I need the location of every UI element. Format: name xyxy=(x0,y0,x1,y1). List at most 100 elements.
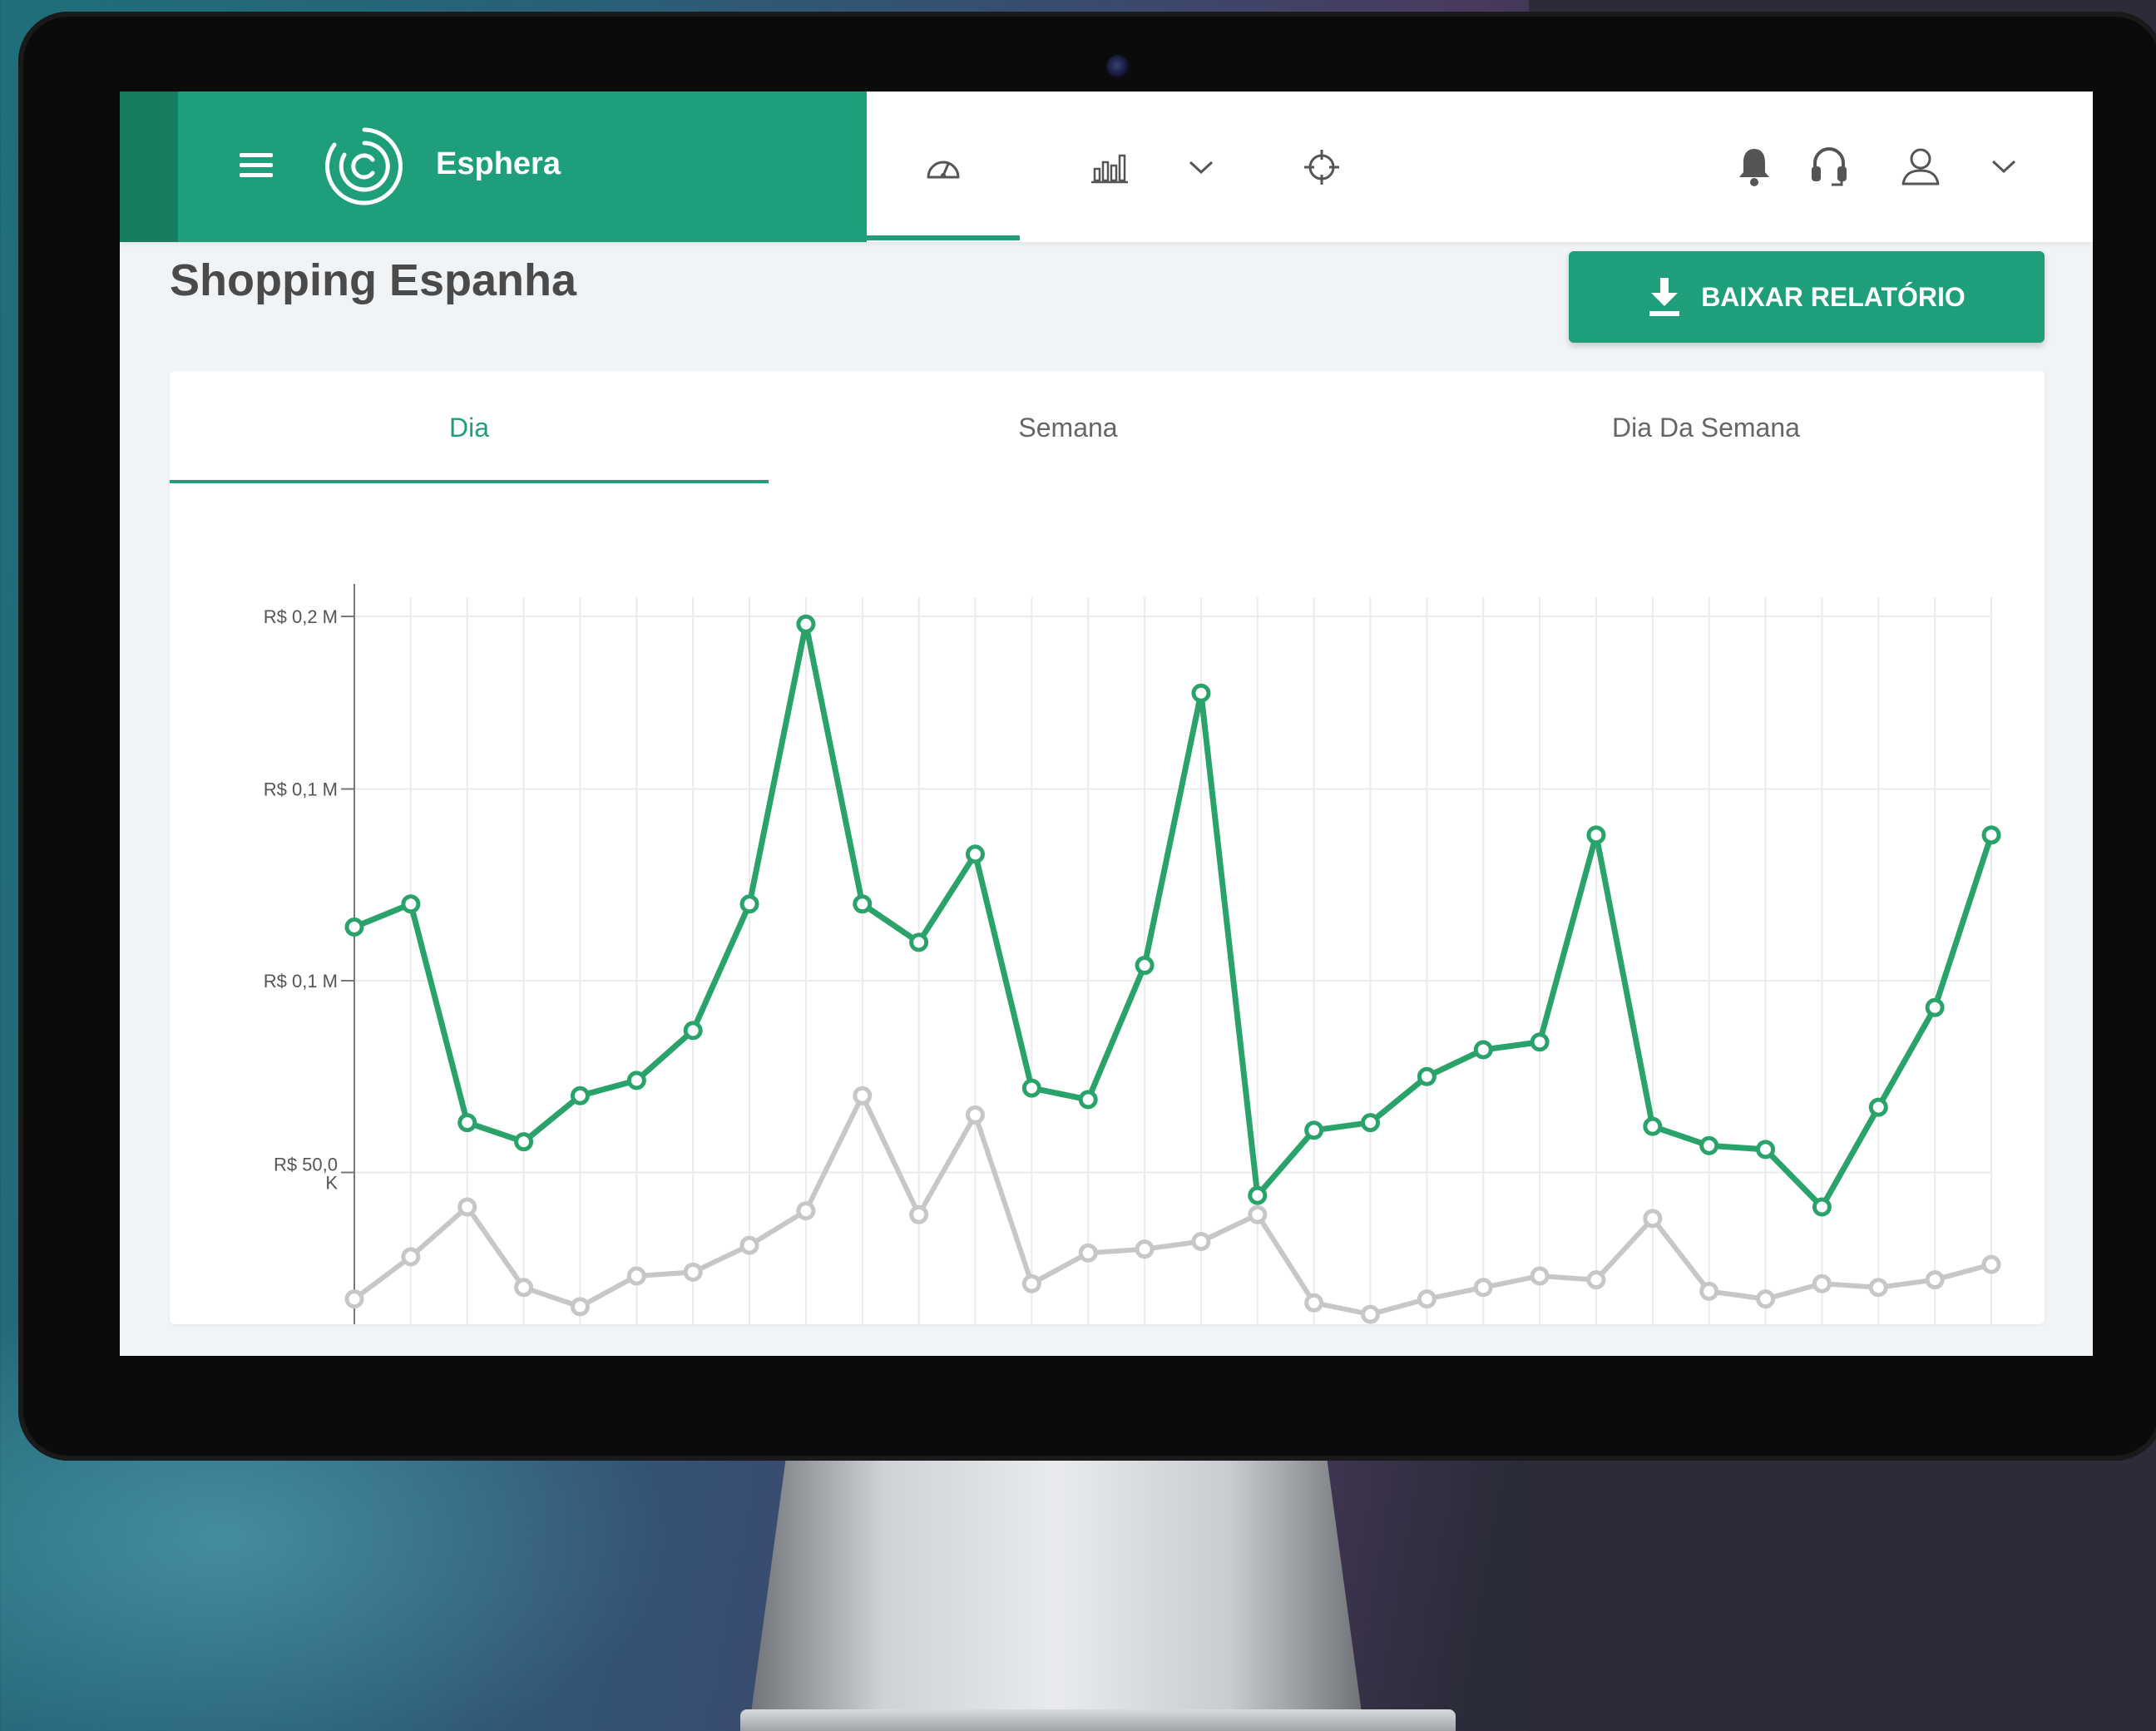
headset-icon xyxy=(1812,147,1847,186)
data-point-1 xyxy=(457,1113,477,1133)
data-point-1 xyxy=(1361,1113,1381,1133)
series-line-0 xyxy=(353,1093,1992,1318)
nav-reports-dropdown[interactable] xyxy=(1160,91,1243,242)
data-point-0 xyxy=(1417,1289,1437,1309)
tab-semana[interactable]: Semana xyxy=(769,371,1367,484)
data-point-1 xyxy=(401,894,421,914)
esphera-logo-icon xyxy=(325,127,403,205)
data-point-0 xyxy=(1868,1278,1888,1298)
nav-reports[interactable] xyxy=(1060,91,1160,242)
data-point-0 xyxy=(1248,1204,1268,1224)
data-point-0 xyxy=(1191,1231,1211,1251)
data-point-0 xyxy=(1812,1274,1832,1293)
data-point-1 xyxy=(1699,1135,1719,1155)
data-point-0 xyxy=(1586,1270,1606,1290)
brand-strip xyxy=(120,91,178,242)
brand-area: Esphera xyxy=(120,91,867,242)
data-point-1 xyxy=(1078,1090,1098,1110)
brand-name: Esphera xyxy=(436,146,561,181)
data-point-1 xyxy=(1981,825,2001,845)
data-point-1 xyxy=(1868,1097,1888,1117)
data-point-1 xyxy=(853,894,873,914)
data-point-1 xyxy=(1756,1140,1776,1160)
data-point-1 xyxy=(739,894,759,914)
data-point-1 xyxy=(1812,1197,1832,1217)
data-point-0 xyxy=(739,1235,759,1255)
data-point-0 xyxy=(1643,1209,1663,1229)
nav-target[interactable] xyxy=(1276,91,1367,242)
download-report-button[interactable]: BAIXAR RELATÓRIO xyxy=(1569,251,2045,343)
data-point-0 xyxy=(514,1278,534,1298)
top-bar: Esphera xyxy=(120,91,2093,242)
data-point-1 xyxy=(1191,683,1211,703)
speedometer-icon xyxy=(927,161,960,178)
y-tick-label: R$ 0,2 M xyxy=(264,606,338,627)
data-point-0 xyxy=(1304,1293,1324,1313)
tab-indicator xyxy=(170,480,769,483)
nav-active-indicator xyxy=(867,235,1020,240)
data-point-1 xyxy=(909,932,929,952)
hamburger-menu-icon[interactable] xyxy=(240,153,273,178)
data-point-0 xyxy=(457,1197,477,1217)
data-point-0 xyxy=(1473,1278,1493,1298)
bell-icon xyxy=(1739,149,1769,186)
data-point-0 xyxy=(1135,1239,1155,1259)
data-point-1 xyxy=(796,614,816,634)
user-menu-dropdown[interactable] xyxy=(1966,133,2041,200)
notifications-button[interactable] xyxy=(1717,133,1792,200)
data-point-0 xyxy=(1756,1289,1776,1309)
data-point-1 xyxy=(1473,1040,1493,1060)
data-point-0 xyxy=(1699,1281,1719,1301)
data-point-1 xyxy=(1530,1032,1550,1052)
y-tick-label: R$ 0,1 M xyxy=(264,971,338,992)
app-screen: Esphera Shopping Espanha BAIXAR RELATÓRI… xyxy=(120,91,2093,1356)
data-point-0 xyxy=(1021,1274,1041,1293)
period-tabs: Dia Semana Dia Da Semana xyxy=(170,371,2045,484)
data-point-0 xyxy=(626,1266,646,1286)
tab-dia-da-semana[interactable]: Dia Da Semana xyxy=(1367,371,2045,484)
data-point-1 xyxy=(1135,956,1155,976)
tab-dia[interactable]: Dia xyxy=(170,371,769,484)
bar-chart-icon xyxy=(1091,154,1128,183)
y-tick-label-unit: K xyxy=(325,1173,338,1194)
data-point-0 xyxy=(570,1297,590,1317)
data-point-0 xyxy=(965,1105,985,1125)
data-point-0 xyxy=(853,1086,873,1105)
data-point-0 xyxy=(683,1262,703,1282)
data-point-1 xyxy=(1417,1066,1437,1086)
monitor-stand xyxy=(749,1461,1364,1731)
chart-card: Dia Semana Dia Da Semana R$ 0,00R$ 50,0K… xyxy=(170,371,2045,1324)
camera-icon xyxy=(1106,55,1130,78)
chevron-down-icon xyxy=(1189,161,1214,174)
page-title: Shopping Espanha xyxy=(170,255,577,305)
data-point-0 xyxy=(796,1201,816,1221)
nav-dashboard[interactable] xyxy=(867,91,1020,242)
support-button[interactable] xyxy=(1792,133,1867,200)
data-point-0 xyxy=(344,1289,364,1309)
sales-line-chart: R$ 0,00R$ 50,0KR$ 0,1 MR$ 0,1 MR$ 0,2 M0… xyxy=(264,584,2001,1324)
data-point-1 xyxy=(570,1086,590,1105)
data-point-0 xyxy=(1981,1254,2001,1274)
data-point-1 xyxy=(1304,1120,1324,1140)
data-point-0 xyxy=(1925,1270,1945,1290)
data-point-1 xyxy=(683,1021,703,1041)
user-icon xyxy=(1901,148,1940,185)
data-point-1 xyxy=(1925,997,1945,1017)
series-line-1 xyxy=(353,621,1995,1210)
data-point-1 xyxy=(1643,1116,1663,1136)
data-point-0 xyxy=(1530,1266,1550,1286)
monitor-stand-base xyxy=(740,1709,1456,1731)
data-point-1 xyxy=(626,1071,646,1091)
data-point-1 xyxy=(1586,825,1606,845)
data-point-1 xyxy=(965,844,985,864)
download-icon xyxy=(1649,278,1680,316)
crosshair-icon xyxy=(1304,149,1339,185)
data-point-0 xyxy=(1078,1243,1098,1263)
data-point-1 xyxy=(344,917,364,937)
download-report-label: BAIXAR RELATÓRIO xyxy=(1701,281,1966,312)
data-point-0 xyxy=(909,1204,929,1224)
data-point-0 xyxy=(401,1247,421,1267)
data-point-0 xyxy=(1361,1304,1381,1324)
data-point-1 xyxy=(1021,1078,1041,1098)
user-profile-button[interactable] xyxy=(1875,133,1966,200)
